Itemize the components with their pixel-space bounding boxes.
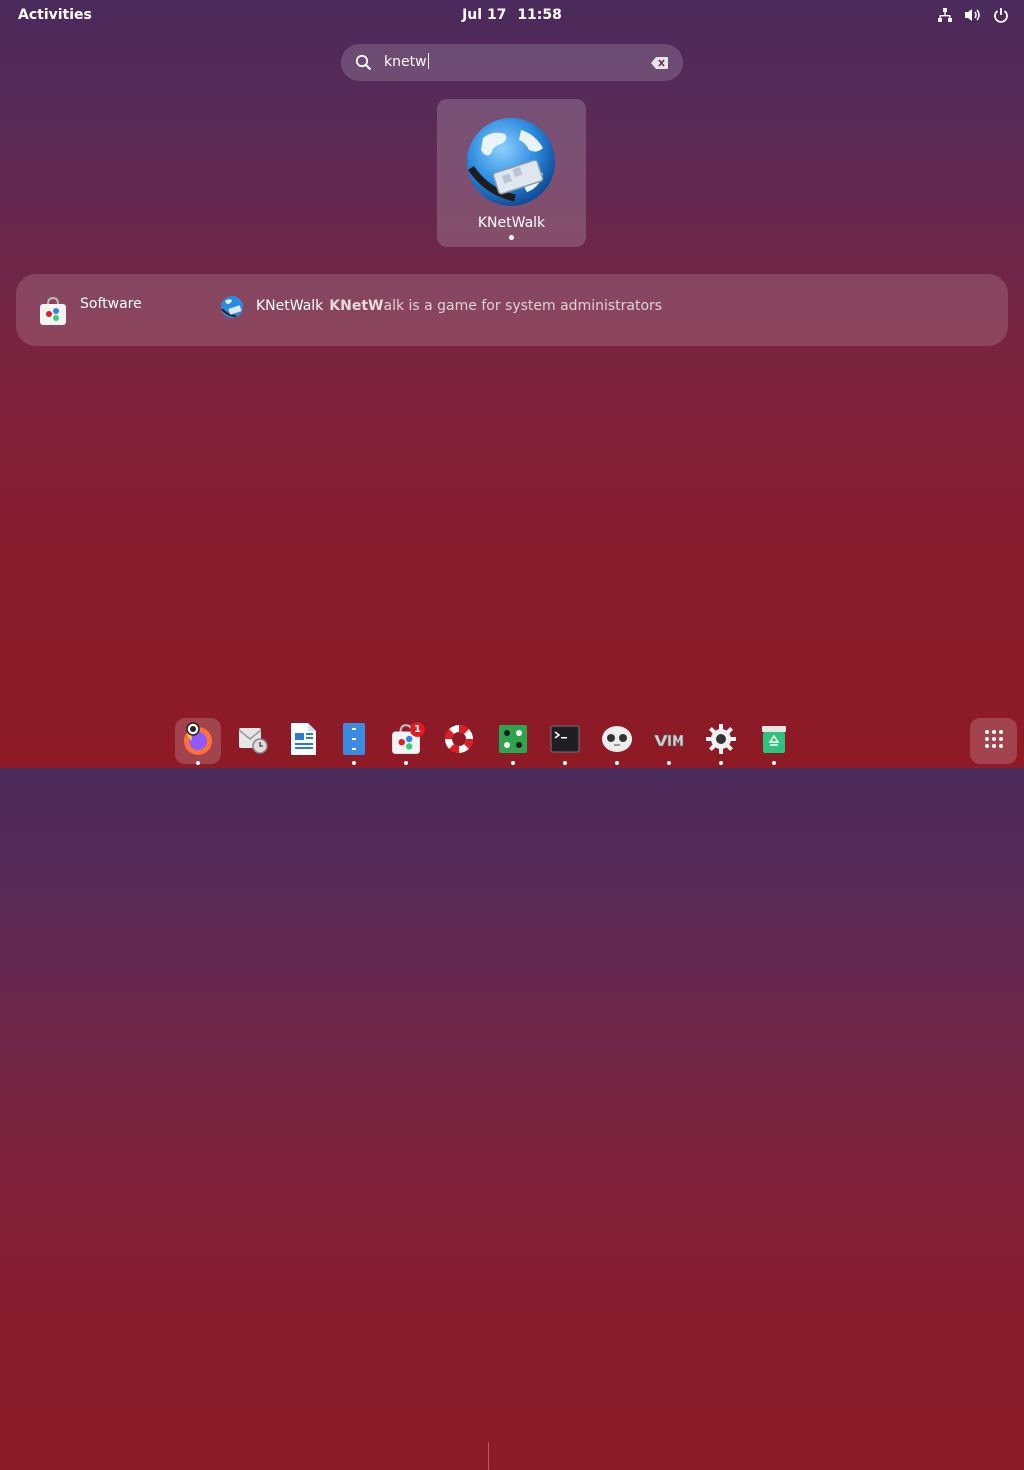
terminal-icon [550,725,580,757]
search-icon [355,54,372,75]
provider-result-knetwalk[interactable]: KNetWalk KNetWalk is a game for system ad… [256,298,662,314]
power-icon[interactable] [992,6,1010,24]
document-icon [288,722,318,760]
running-indicator [719,761,723,765]
dock-help[interactable] [436,718,482,764]
running-indicator [509,235,514,240]
search-text[interactable]: knetw [384,53,429,70]
running-indicator [615,761,619,765]
dock-evolution[interactable] [229,718,275,764]
lifebuoy-icon [442,722,476,760]
mail-clock-icon [235,722,269,760]
clear-icon[interactable] [651,55,669,74]
files-icon [341,722,367,760]
result-description: KNetWalk is a game for system administra… [329,298,662,314]
show-apps-button[interactable] [970,718,1017,764]
dock-terminal[interactable] [542,718,588,765]
app-result-label: KNetWalk [477,215,546,231]
game-board-icon [498,724,528,758]
network-icon[interactable] [936,6,954,24]
clock-date: Jul 17 [462,7,507,23]
running-indicator [772,761,776,765]
search-input[interactable]: knetw [341,44,683,81]
dock-separator [488,1442,489,1470]
dock-robot-app[interactable] [594,718,640,765]
volume-icon[interactable] [964,6,982,24]
dock-software[interactable]: 1 [383,718,429,765]
result-desc-rest: alk is a game for system administrators [383,298,663,314]
trash-icon [760,723,788,759]
robot-face-icon [600,724,634,758]
knetwalk-icon [463,116,559,216]
update-badge: 1 [410,722,425,737]
running-indicator [196,761,200,765]
system-tray[interactable] [936,6,1010,24]
dock: 1 [0,714,1024,1470]
provider-name: Software [80,296,142,312]
dock-files[interactable] [331,718,377,765]
running-indicator [404,761,408,765]
knetwalk-small-icon[interactable] [220,295,244,323]
vim-logo-icon [653,732,685,751]
firefox-icon [180,721,216,761]
running-indicator [511,761,515,765]
result-title: KNetWalk [256,298,324,314]
top-bar: Activities Jul 17 11:58 [0,0,1024,32]
dock-firefox[interactable] [175,718,221,765]
running-indicator [667,761,671,765]
running-indicator [563,761,567,765]
dock-writer[interactable] [280,718,326,764]
running-indicator [352,761,356,765]
clock[interactable]: Jul 17 11:58 [0,7,1024,23]
search-provider-software: Software KNetWalk KNetWalk is a game for … [16,274,1008,346]
clock-time: 11:58 [517,7,562,23]
gear-icon [705,723,737,759]
dock-vim[interactable] [646,718,692,765]
dock-trash[interactable] [751,718,797,765]
dock-settings[interactable] [698,718,744,765]
result-highlight: KNetW [329,298,384,314]
app-result-knetwalk[interactable]: KNetWalk [437,99,586,247]
dock-knetwalk-game[interactable] [490,718,536,765]
show-apps-icon [983,728,1005,754]
software-store-icon[interactable] [38,296,68,330]
